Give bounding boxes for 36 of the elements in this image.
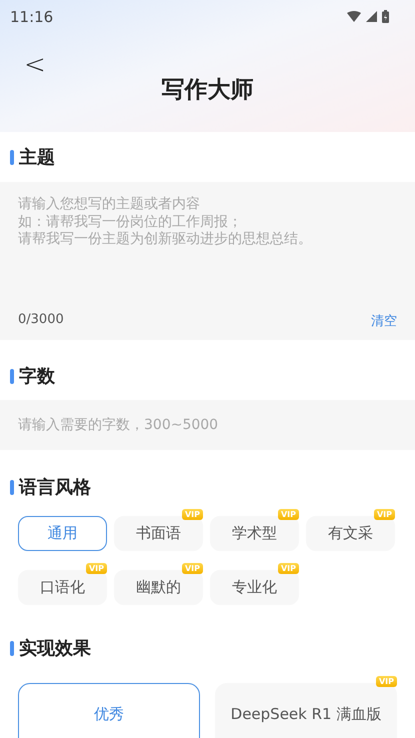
signal-icon	[366, 11, 377, 22]
placeholder-text: 请输入您想写的主题或者内容	[18, 196, 200, 214]
style-option[interactable]: 通用	[18, 516, 107, 551]
vip-badge: VIP	[182, 563, 203, 574]
section-marker	[10, 640, 14, 656]
word-count-input[interactable]: 请输入需要的字数，300~5000	[0, 400, 415, 450]
vip-badge: VIP	[376, 676, 397, 687]
char-counter: 0/3000	[18, 312, 64, 329]
section-title: 语言风格	[19, 476, 91, 499]
vip-badge: VIP	[374, 509, 395, 520]
vip-badge: VIP	[182, 509, 203, 520]
style-option[interactable]: 幽默的	[114, 570, 203, 605]
battery-icon	[382, 10, 389, 24]
section-title: 实现效果	[19, 637, 91, 660]
placeholder-text: 如：请帮我写一份岗位的工作周报；	[18, 214, 242, 231]
section-marker	[10, 150, 14, 164]
status-time: 11:16	[10, 8, 54, 26]
style-option[interactable]: 学术型	[210, 516, 299, 551]
wifi-icon	[347, 11, 361, 22]
vip-badge: VIP	[86, 563, 107, 574]
effect-option[interactable]: DeepSeek R1 满血版	[215, 683, 397, 738]
topic-field[interactable]: 请输入您想写的主题或者内容 如：请帮我写一份岗位的工作周报； 请帮我写一份主题为创新驱动进步的思想总结。 0/3000 清空	[0, 182, 415, 340]
style-option[interactable]: 有文采	[306, 516, 395, 551]
back-button[interactable]: <	[18, 48, 52, 82]
style-option[interactable]: 书面语	[114, 516, 203, 551]
section-title: 主题	[19, 146, 55, 169]
style-option[interactable]: 口语化	[18, 570, 107, 605]
section-title: 字数	[19, 365, 55, 388]
section-marker	[10, 480, 14, 494]
vip-badge: VIP	[278, 563, 299, 574]
section-marker	[10, 368, 14, 384]
effect-option[interactable]: 优秀	[18, 683, 200, 738]
placeholder-text: 请帮我写一份主题为创新驱动进步的思想总结。	[18, 231, 312, 248]
page-title: 写作大师	[162, 76, 254, 106]
style-option[interactable]: 专业化	[210, 570, 299, 605]
vip-badge: VIP	[278, 509, 299, 520]
